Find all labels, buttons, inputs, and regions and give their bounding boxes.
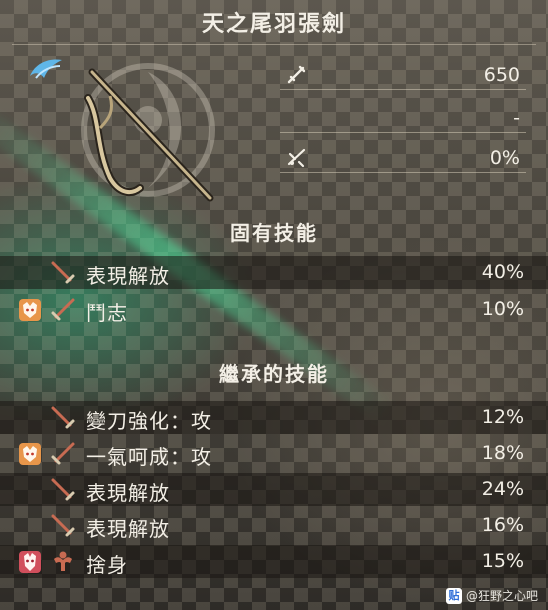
skill-row[interactable]: 一氣呵成：攻 18% [0, 437, 548, 470]
skill-percent: 18% [481, 442, 524, 464]
sword-icon [51, 442, 75, 465]
stat-divider [280, 89, 526, 90]
watermark: 贴 @狂野之心吧 [445, 587, 538, 604]
skill-percent: 40% [481, 261, 524, 283]
skill-percent: 12% [481, 406, 524, 428]
skill-row[interactable]: 表現解放 40% [0, 256, 548, 289]
stat-row-affinity: 0% [280, 143, 526, 173]
kabuki-mask-badge-icon [19, 551, 41, 573]
attack-icon [287, 65, 306, 84]
skill-percent: 10% [481, 298, 524, 320]
watermark-text: @狂野之心吧 [465, 589, 538, 603]
attack-value: 650 [483, 64, 520, 86]
tieba-logo-icon: 贴 [445, 587, 462, 604]
skill-name: 捨身 [86, 553, 128, 577]
weapon-title: 天之尾羽張劍 [201, 12, 346, 37]
affinity-icon [287, 148, 306, 168]
sword-icon [51, 478, 75, 501]
sword-icon [51, 261, 75, 284]
skill-row[interactable]: 表現解放 24% [0, 473, 548, 506]
skill-percent: 15% [481, 550, 524, 572]
wind-element-icon [30, 59, 62, 79]
inherent-skills-heading: 固有技能 [230, 221, 318, 245]
sword-icon [51, 298, 75, 321]
sword-icon [51, 514, 75, 537]
stat-divider [280, 172, 526, 173]
affinity-value: 0% [489, 147, 520, 169]
skill-row[interactable]: 鬥志 10% [0, 293, 548, 326]
skill-name: 表現解放 [86, 264, 170, 288]
skill-name: 表現解放 [86, 481, 170, 505]
skill-name: 鬥志 [86, 301, 128, 325]
inherited-skills-heading: 繼承的技能 [219, 362, 329, 386]
skill-percent: 24% [481, 478, 524, 500]
stat-divider [280, 132, 526, 133]
fox-mask-badge-icon [19, 443, 41, 465]
muscle-icon [54, 551, 72, 571]
stat-row-attack: 650 [280, 60, 526, 90]
fox-mask-badge-icon [19, 299, 41, 321]
sword-icon [51, 406, 75, 429]
skill-name: 變刀強化：攻 [86, 409, 212, 433]
skill-row[interactable]: 捨身 15% [0, 545, 548, 578]
stat-row-element: - [280, 103, 526, 133]
long-sword-weapon-icon [84, 68, 214, 202]
element-value: - [513, 107, 520, 129]
title-divider [12, 44, 536, 45]
skill-name: 表現解放 [86, 517, 170, 541]
skill-row[interactable]: 變刀強化：攻 12% [0, 401, 548, 434]
skill-percent: 16% [481, 514, 524, 536]
skill-row[interactable]: 表現解放 16% [0, 509, 548, 542]
skill-name: 一氣呵成：攻 [86, 445, 212, 469]
